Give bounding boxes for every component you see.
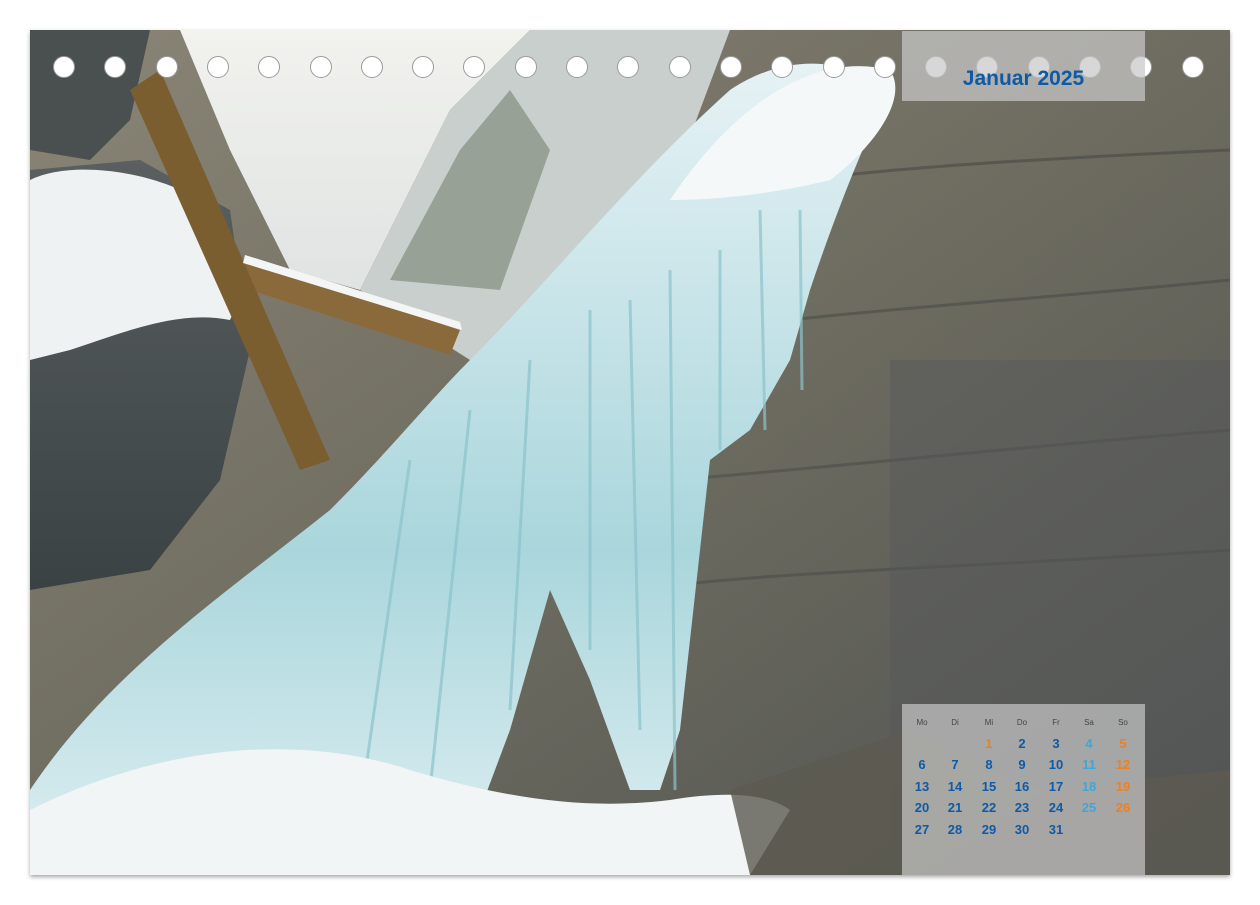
calendar-day: 14 <box>947 779 963 794</box>
calendar-day: 16 <box>1014 779 1030 794</box>
binding-hole <box>360 56 383 78</box>
binding-hole <box>309 56 332 78</box>
weekday-header: Mo Di Mi Do Fr Sa So <box>902 718 1145 730</box>
binding-hole <box>668 56 691 78</box>
binding-hole <box>873 56 896 78</box>
binding-hole <box>412 56 435 78</box>
weekday-label: Di <box>951 718 959 727</box>
calendar-day: 3 <box>1052 736 1060 751</box>
calendar-day: 11 <box>1082 757 1096 772</box>
calendar-day: 4 <box>1085 736 1093 751</box>
calendar-day: 26 <box>1115 800 1131 815</box>
calendar-day: 24 <box>1048 800 1064 815</box>
binding-hole <box>1181 56 1204 78</box>
calendar-day: 13 <box>914 779 930 794</box>
calendar-day: 23 <box>1014 800 1030 815</box>
calendar-day: 8 <box>985 757 993 772</box>
calendar-day: 22 <box>981 800 997 815</box>
calendar-day: 17 <box>1048 779 1064 794</box>
calendar-day: 2 <box>1018 736 1026 751</box>
calendar-day: 25 <box>1081 800 1097 815</box>
binding-hole <box>822 56 845 78</box>
binding-hole <box>566 56 588 78</box>
calendar-day: 10 <box>1048 757 1064 772</box>
calendar-day: 6 <box>918 757 926 772</box>
calendar-day: 1 <box>985 736 993 751</box>
weekday-label: Do <box>1016 718 1028 727</box>
weekday-label: Mo <box>916 718 928 727</box>
calendar-day: 19 <box>1115 779 1131 794</box>
binding-hole <box>206 56 229 78</box>
calendar-day: 28 <box>947 822 963 837</box>
calendar-day: 15 <box>981 779 997 794</box>
calendar-day: 21 <box>947 800 963 815</box>
month-title: Januar 2025 <box>962 67 1085 90</box>
calendar-day: 12 <box>1115 757 1131 772</box>
calendar-day: 20 <box>914 800 930 815</box>
binding-hole <box>155 56 178 78</box>
weekday-label: So <box>1118 718 1128 727</box>
calendar-day: 7 <box>951 757 959 772</box>
month-header: Januar 2025 <box>902 31 1145 101</box>
calendar-day: 9 <box>1018 757 1026 772</box>
calendar-day: 29 <box>981 822 997 837</box>
calendar-day: 27 <box>914 822 930 837</box>
weekday-label: Mi <box>984 718 994 727</box>
calendar-day: 30 <box>1014 822 1030 837</box>
weekday-label: Sa <box>1084 718 1094 727</box>
calendar-day: 31 <box>1048 822 1064 837</box>
calendar-day: 18 <box>1081 779 1097 794</box>
binding-hole <box>514 56 537 78</box>
calendar-day: 5 <box>1119 736 1127 751</box>
weekday-label: Fr <box>1052 718 1060 727</box>
binding-hole <box>719 56 742 78</box>
binding-hole <box>53 56 75 78</box>
calendar-grid: Mo Di Mi Do Fr Sa So 1 2 3 4 5 6 7 8 9 10 11 12 13 14 15 16 17… <box>902 704 1145 875</box>
